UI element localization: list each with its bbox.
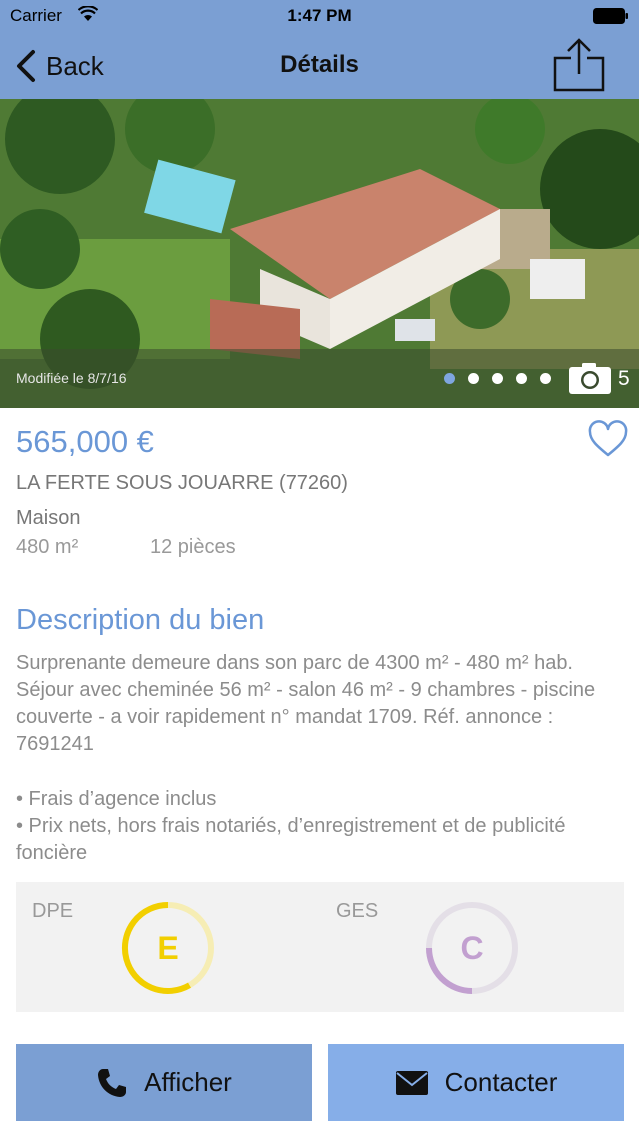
share-icon[interactable] xyxy=(553,38,605,92)
property-photo[interactable]: Modifiée le 8/7/16 5 xyxy=(0,99,639,408)
ges-label: GES xyxy=(336,900,379,922)
pager-dot[interactable] xyxy=(540,373,551,384)
contact-button[interactable]: Contacter xyxy=(328,1044,624,1121)
battery-icon xyxy=(593,8,628,24)
dpe-class: E xyxy=(157,930,179,966)
page-title: Détails xyxy=(280,51,359,78)
contact-label: Contacter xyxy=(444,1067,558,1097)
property-type: Maison xyxy=(16,507,81,529)
heart-icon[interactable] xyxy=(587,420,629,458)
pager-dot[interactable] xyxy=(468,373,479,384)
fee-note-item: • Frais d’agence inclus xyxy=(16,788,217,810)
photo-pager[interactable] xyxy=(444,373,551,384)
show-phone-label: Afficher xyxy=(144,1067,232,1097)
pager-dot[interactable] xyxy=(492,373,503,384)
photo-count: 5 xyxy=(618,367,630,390)
price: 565,000 € xyxy=(16,424,154,459)
nav-bar: Back Détails xyxy=(0,33,639,99)
house-aerial-image xyxy=(0,99,639,408)
dpe-label: DPE xyxy=(32,900,74,922)
clock: 1:47 PM xyxy=(287,6,352,25)
pager-dot[interactable] xyxy=(444,373,455,384)
fee-notes: • Frais d’agence inclus • Prix nets, hor… xyxy=(16,786,616,867)
status-bar: Carrier 1:47 PM xyxy=(0,0,639,33)
modified-date: Modifiée le 8/7/16 xyxy=(16,370,127,386)
description-title: Description du bien xyxy=(16,604,265,636)
location: LA FERTE SOUS JOUARRE (77260) xyxy=(16,472,348,494)
description-text: Surprenante demeure dans son parc de 430… xyxy=(16,652,596,755)
property-area: 480 m² xyxy=(16,536,79,558)
energy-ratings-panel: DPE E GES C xyxy=(16,882,624,1012)
camera-icon[interactable] xyxy=(568,361,612,395)
action-bar: Afficher Contacter xyxy=(0,1030,639,1136)
ges-class: C xyxy=(460,930,484,966)
fee-note-item: • Prix nets, hors frais notariés, d’enre… xyxy=(16,815,566,864)
phone-icon xyxy=(98,1068,127,1097)
show-phone-button[interactable]: Afficher xyxy=(16,1044,312,1121)
mail-icon xyxy=(395,1070,428,1095)
property-rooms: 12 pièces xyxy=(150,536,236,558)
pager-dot[interactable] xyxy=(516,373,527,384)
